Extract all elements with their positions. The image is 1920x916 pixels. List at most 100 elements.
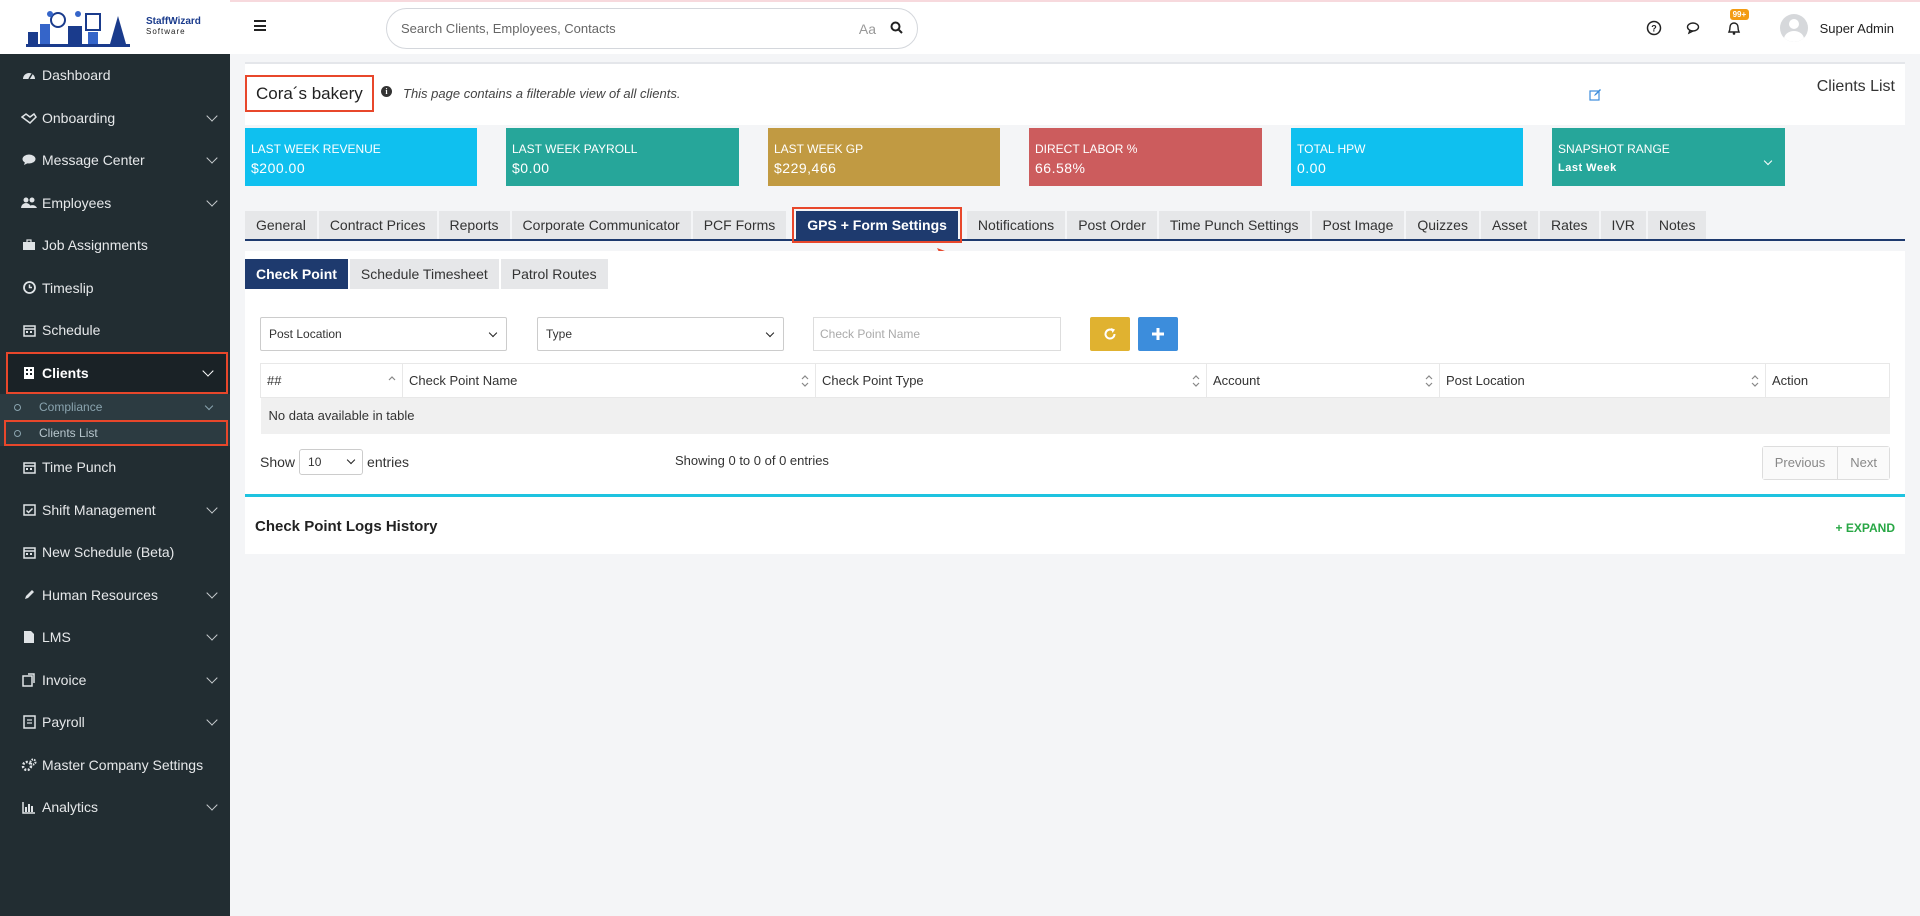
- search-input[interactable]: [401, 21, 859, 36]
- tab-post-order[interactable]: Post Order: [1067, 211, 1157, 239]
- sidebar-item-invoice[interactable]: Invoice: [0, 659, 230, 702]
- subtab-schedule-timesheet[interactable]: Schedule Timesheet: [349, 259, 499, 289]
- column-header-index[interactable]: ##: [260, 363, 403, 398]
- gears-icon: [20, 757, 38, 773]
- table-row: No data available in table: [260, 397, 1890, 434]
- tab-reports[interactable]: Reports: [438, 211, 510, 239]
- circle-icon: [14, 429, 21, 437]
- tab-post-image[interactable]: Post Image: [1311, 211, 1405, 239]
- add-check-point-button[interactable]: [1138, 317, 1178, 351]
- tab-ivr[interactable]: IVR: [1600, 211, 1646, 239]
- menu-toggle-icon[interactable]: [254, 20, 266, 34]
- main-content: Cora´s bakery i This page contains a fil…: [245, 62, 1905, 554]
- page-length-select[interactable]: 10: [299, 448, 364, 475]
- user-name[interactable]: Super Admin: [1820, 21, 1894, 36]
- type-select-value: Type: [546, 327, 573, 341]
- sidebar-item-label: Clients: [42, 364, 89, 381]
- sidebar-item-label: LMS: [42, 629, 71, 646]
- sidebar-subitem-clients-list[interactable]: Clients List: [4, 420, 228, 446]
- sidebar-nav: Dashboard Onboarding Message Center Empl…: [0, 54, 230, 394]
- type-select[interactable]: Type: [537, 317, 784, 351]
- users-icon: [20, 195, 38, 211]
- next-page-button[interactable]: Next: [1838, 446, 1889, 479]
- column-header-check-point-name[interactable]: Check Point Name: [402, 363, 816, 398]
- column-header-label: ##: [267, 373, 282, 388]
- avatar[interactable]: [1779, 14, 1808, 42]
- tab-rates[interactable]: Rates: [1539, 211, 1599, 239]
- tab-gps-form-settings[interactable]: GPS + Form Settings: [792, 207, 962, 243]
- chevron-down-icon: [206, 799, 218, 811]
- global-search: Aa: [386, 8, 918, 49]
- sidebar-item-label: Onboarding: [42, 109, 116, 126]
- tab-notes[interactable]: Notes: [1647, 211, 1707, 239]
- subtab-check-point[interactable]: Check Point: [245, 259, 348, 289]
- expand-logs-button[interactable]: + EXPAND: [1836, 521, 1895, 535]
- sidebar-item-job-assignments[interactable]: Job Assignments: [0, 224, 230, 267]
- invoice-icon: [20, 672, 38, 688]
- bell-icon[interactable]: 99+: [1726, 9, 1750, 36]
- post-location-select[interactable]: Post Location: [260, 317, 507, 351]
- table-header-row: ## Check Point Name Check Point Type Acc…: [260, 363, 1890, 398]
- sidebar-item-schedule[interactable]: Schedule: [0, 309, 230, 352]
- refresh-button[interactable]: [1090, 317, 1130, 351]
- column-header-account[interactable]: Account: [1206, 363, 1440, 398]
- briefcase-icon: [20, 237, 38, 253]
- sidebar-item-analytics[interactable]: Analytics: [0, 786, 230, 829]
- help-icon[interactable]: ?: [1646, 20, 1662, 36]
- column-header-post-location[interactable]: Post Location: [1439, 363, 1766, 398]
- sidebar-item-payroll[interactable]: Payroll: [0, 701, 230, 744]
- dashboard-icon: [20, 67, 38, 83]
- sidebar-item-new-schedule[interactable]: New Schedule (Beta): [0, 531, 230, 574]
- stat-card-total-hpw: TOTAL HPW 0.00: [1291, 128, 1523, 186]
- edit-icon[interactable]: [1589, 88, 1602, 104]
- sidebar-item-dashboard[interactable]: Dashboard: [0, 54, 230, 97]
- sidebar-item-clients[interactable]: Clients: [6, 351, 228, 394]
- sidebar-subitem-compliance[interactable]: Compliance: [0, 394, 230, 420]
- refresh-icon: [1104, 328, 1116, 340]
- chevron-down-icon: [206, 672, 218, 684]
- stat-value: $0.00: [512, 160, 550, 176]
- logo-art-icon: [26, 11, 130, 47]
- page-title: Cora´s bakery: [245, 75, 374, 112]
- clock-icon: [20, 280, 38, 296]
- sidebar-item-time-punch[interactable]: Time Punch: [0, 446, 230, 489]
- sidebar-item-onboarding[interactable]: Onboarding: [0, 97, 230, 140]
- tab-corporate-communicator[interactable]: Corporate Communicator: [511, 211, 691, 239]
- tab-pcf-forms[interactable]: PCF Forms: [692, 211, 787, 239]
- sidebar-item-lms[interactable]: LMS: [0, 616, 230, 659]
- stat-title: SNAPSHOT RANGE: [1558, 142, 1670, 156]
- tab-contract-prices[interactable]: Contract Prices: [318, 211, 437, 239]
- chevron-down-icon: [206, 110, 218, 122]
- search-icon[interactable]: [890, 21, 903, 37]
- column-header-label: Action: [1772, 373, 1809, 388]
- chevron-down-icon: [765, 328, 775, 338]
- sort-icon: [1751, 375, 1759, 387]
- chevron-down-icon: [202, 365, 214, 377]
- info-icon: i: [381, 86, 392, 97]
- check-point-name-input[interactable]: [820, 327, 1054, 341]
- chevron-down-icon: [206, 714, 218, 726]
- sidebar-item-message-center[interactable]: Message Center: [0, 139, 230, 182]
- subtab-patrol-routes[interactable]: Patrol Routes: [500, 259, 608, 289]
- snapshot-range-select[interactable]: SNAPSHOT RANGE Last Week: [1552, 128, 1785, 186]
- sidebar-item-master-company-settings[interactable]: Master Company Settings: [0, 744, 230, 787]
- sort-icon: [801, 375, 809, 387]
- previous-page-button[interactable]: Previous: [1762, 446, 1839, 479]
- sidebar-item-employees[interactable]: Employees: [0, 182, 230, 225]
- tab-quizzes[interactable]: Quizzes: [1406, 211, 1479, 239]
- tab-general[interactable]: General: [245, 211, 317, 239]
- sidebar-item-shift-management[interactable]: Shift Management: [0, 489, 230, 532]
- tab-notifications[interactable]: Notifications: [966, 211, 1066, 239]
- sort-icon: [1192, 375, 1200, 387]
- match-case-toggle[interactable]: Aa: [859, 21, 876, 37]
- messages-icon[interactable]: [1686, 20, 1702, 36]
- sidebar-item-human-resources[interactable]: Human Resources: [0, 574, 230, 617]
- breadcrumb-title: Clients List: [1816, 78, 1895, 95]
- notification-badge: 99+: [1729, 9, 1750, 20]
- tab-asset[interactable]: Asset: [1480, 211, 1538, 239]
- sidebar-item-label: Time Punch: [42, 459, 117, 476]
- tab-time-punch-settings[interactable]: Time Punch Settings: [1158, 211, 1310, 239]
- sidebar-item-timeslip[interactable]: Timeslip: [0, 267, 230, 310]
- column-header-check-point-type[interactable]: Check Point Type: [815, 363, 1207, 398]
- logo[interactable]: StaffWizard Software: [0, 0, 230, 54]
